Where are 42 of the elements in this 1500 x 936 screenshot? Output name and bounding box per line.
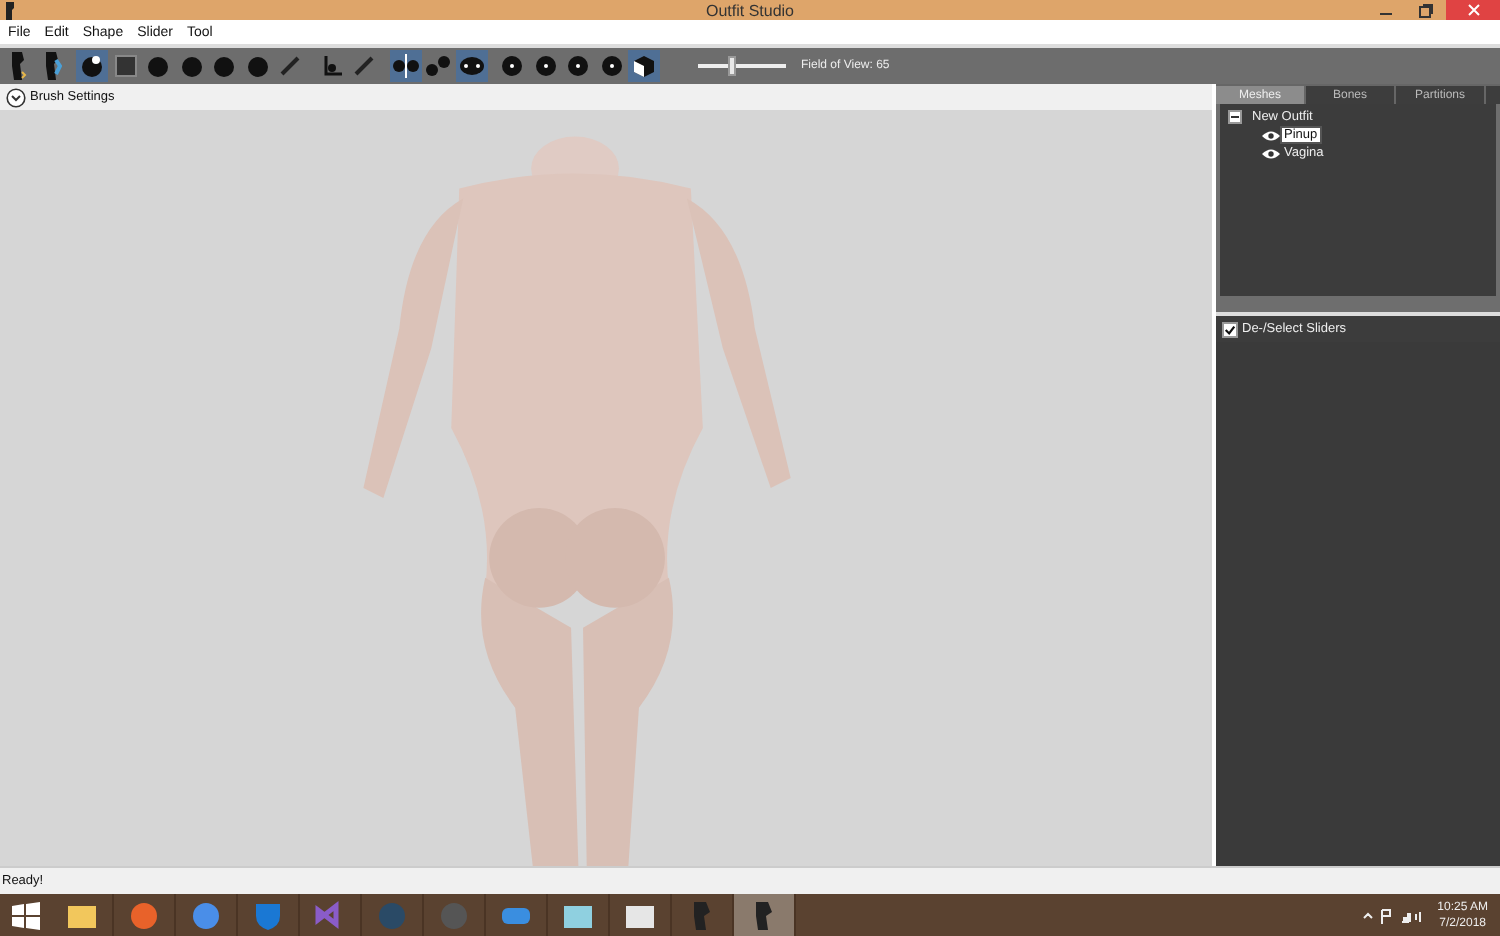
pen-icon <box>278 54 302 78</box>
toolbar-button[interactable] <box>455 50 487 82</box>
figure-icon <box>8 52 28 80</box>
eye-icon[interactable] <box>1262 147 1280 159</box>
circle-icon <box>438 899 470 931</box>
checkbox[interactable] <box>1222 321 1238 337</box>
eye-icon[interactable] <box>1262 129 1280 141</box>
tray-icon[interactable] <box>1361 907 1422 923</box>
dots-icon <box>457 54 485 78</box>
toolbar-button[interactable] <box>389 50 421 82</box>
slider-thumb[interactable] <box>728 56 737 76</box>
close-button[interactable] <box>1446 0 1500 20</box>
circle-icon <box>376 899 408 931</box>
dots-icon <box>424 54 452 78</box>
dot-icon <box>500 54 524 78</box>
toolbar-button[interactable] <box>628 50 660 82</box>
square-icon <box>113 54 137 78</box>
expand-icon[interactable] <box>6 87 26 107</box>
app-icon <box>4 1 16 19</box>
shield-icon <box>252 899 284 931</box>
toolbar-button[interactable] <box>76 50 108 82</box>
circle-icon <box>128 899 160 931</box>
figure-icon <box>41 52 61 80</box>
mirror-icon <box>391 54 419 78</box>
taskbar-app[interactable] <box>734 894 796 936</box>
dot-icon <box>599 54 623 78</box>
circle-icon <box>190 899 222 931</box>
close-icon <box>1465 2 1481 18</box>
cube-icon <box>632 54 656 78</box>
axes-icon <box>319 54 343 78</box>
dot-icon <box>566 54 590 78</box>
dot-icon <box>533 54 557 78</box>
restore-icon <box>1418 2 1434 18</box>
windows-icon <box>12 901 40 929</box>
collapse-icon[interactable] <box>1228 110 1242 124</box>
sphere-icon <box>245 54 269 78</box>
window-title: Outfit Studio <box>705 1 795 19</box>
sphere-icon <box>80 54 104 78</box>
sphere-icon <box>179 54 203 78</box>
pen-icon <box>352 54 376 78</box>
sphere-icon <box>212 54 236 78</box>
sphere-icon <box>146 54 170 78</box>
